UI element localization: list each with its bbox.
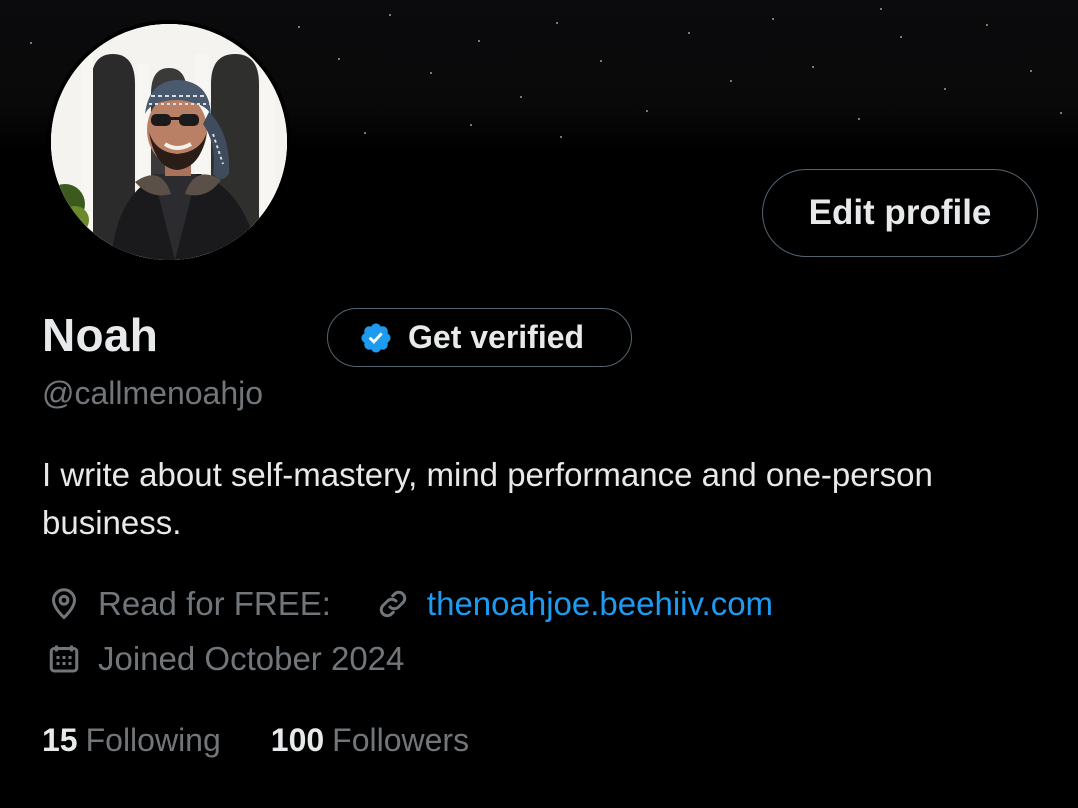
banner-star xyxy=(556,22,558,24)
get-verified-button[interactable]: Get verified xyxy=(327,308,632,367)
profile-website-link[interactable]: thenoahjoe.beehiiv.com xyxy=(427,585,773,623)
profile-meta-row: Joined October 2024 xyxy=(42,637,404,681)
following-count: 15 xyxy=(42,722,78,758)
banner-star xyxy=(470,124,472,126)
followers-link[interactable]: 100 Followers xyxy=(271,722,469,759)
banner-star xyxy=(30,42,32,44)
profile-page: Edit profile Noah Get verified @callmeno… xyxy=(0,0,1078,808)
banner-star xyxy=(986,24,988,26)
calendar-icon xyxy=(42,637,86,681)
banner-star xyxy=(430,72,432,74)
profile-meta-row: Read for FREE: thenoahjoe.beehiiv.com xyxy=(42,582,773,626)
banner-star xyxy=(812,66,814,68)
followers-label: Followers xyxy=(332,722,470,758)
followers-count: 100 xyxy=(270,722,325,758)
verified-badge-icon xyxy=(359,321,393,355)
profile-name: Noah xyxy=(42,309,159,361)
banner-star xyxy=(646,110,648,112)
banner-star xyxy=(298,26,300,28)
following-label: Following xyxy=(85,722,221,758)
banner-star xyxy=(880,8,882,10)
profile-handle: @callmenoahjo xyxy=(42,375,264,411)
banner-star xyxy=(560,136,562,138)
profile-bio: I write about self-mastery, mind perform… xyxy=(42,456,933,541)
banner-star xyxy=(478,40,480,42)
get-verified-label: Get verified xyxy=(408,319,585,355)
banner-star xyxy=(364,132,366,134)
banner-star xyxy=(1060,112,1062,114)
link-icon xyxy=(371,582,415,626)
edit-profile-button[interactable]: Edit profile xyxy=(762,169,1038,257)
banner-star xyxy=(1030,70,1032,72)
profile-joined-date: Joined October 2024 xyxy=(98,640,405,677)
edit-profile-label: Edit profile xyxy=(808,193,992,232)
banner-star xyxy=(944,88,946,90)
banner-star xyxy=(900,36,902,38)
banner-star xyxy=(338,58,340,60)
banner-star xyxy=(389,14,391,16)
avatar[interactable] xyxy=(47,20,291,264)
banner-star xyxy=(688,32,690,34)
banner-star xyxy=(520,96,522,98)
avatar-image xyxy=(51,24,287,260)
banner-star xyxy=(730,80,732,82)
location-pin-icon xyxy=(42,582,86,626)
profile-location: Read for FREE: xyxy=(98,585,331,622)
avatar-photo xyxy=(51,24,287,260)
banner-star xyxy=(772,18,774,20)
following-link[interactable]: 15 Following xyxy=(42,722,221,759)
profile-stats: 15 Following 100 Followers xyxy=(42,722,469,759)
banner-star xyxy=(600,60,602,62)
banner-star xyxy=(858,118,860,120)
